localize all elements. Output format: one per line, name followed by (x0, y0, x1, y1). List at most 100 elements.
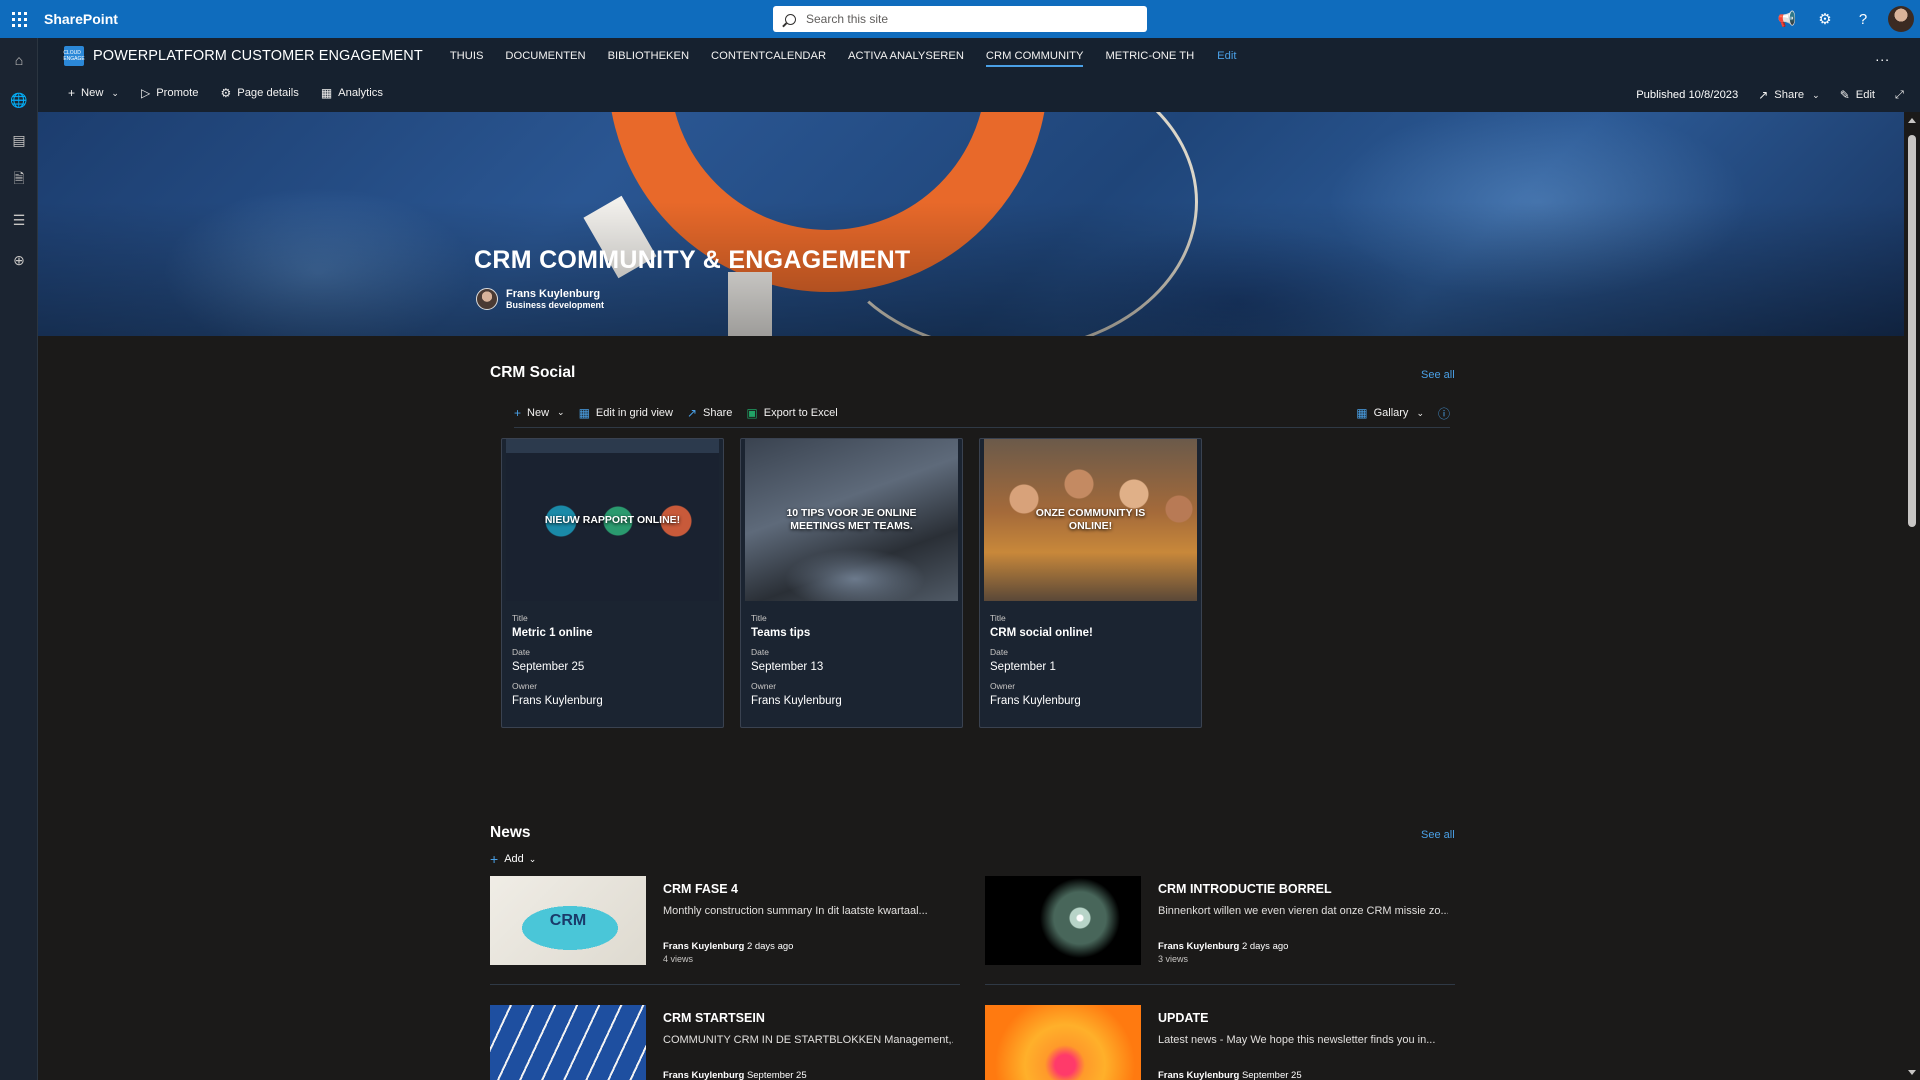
megaphone-icon[interactable]: 📢 (1768, 0, 1806, 38)
news-item-description: Binnenkort willen we even vieren dat onz… (1158, 905, 1448, 917)
news-item-author: Frans Kuylenburg (1158, 1070, 1240, 1080)
nav-activa-analyseren[interactable]: ACTIVA ANALYSEREN (848, 38, 964, 74)
news-thumbnail (985, 876, 1141, 965)
export-excel-label: Export to Excel (763, 406, 838, 419)
analytics-label: Analytics (338, 87, 383, 99)
chevron-down-icon: ⌄ (1416, 407, 1424, 418)
site-header: CLOUD ENGAGE POWERPLATFORM CUSTOMER ENGA… (38, 38, 1920, 112)
view-selector[interactable]: ▦ Gallary ⌄ (1356, 406, 1424, 420)
globe-icon[interactable]: 🌐 (0, 80, 38, 120)
nav-thuis[interactable]: THUIS (450, 38, 484, 74)
help-icon[interactable]: ? (1844, 0, 1882, 38)
plus-icon: + (514, 405, 522, 420)
top-nav: THUIS DOCUMENTEN BIBLIOTHEKEN CONTENTCAL… (439, 38, 1236, 74)
gallery-card[interactable]: NIEUW RAPPORT ONLINE! Title Metric 1 onl… (501, 438, 724, 728)
plus-icon: + (68, 86, 76, 100)
news-item[interactable]: CRM INTRODUCTIE BORREL Binnenkort willen… (985, 876, 1455, 976)
author-byline[interactable]: Frans Kuylenburg Business development (476, 288, 604, 310)
more-options-icon[interactable]: ... (1875, 48, 1890, 64)
app-name[interactable]: SharePoint (44, 11, 118, 27)
news-item-title[interactable]: UPDATE (1158, 1011, 1208, 1025)
news-item-date: 2 days ago (1241, 941, 1289, 952)
view-selector-label: Gallary (1373, 407, 1409, 419)
home-icon[interactable]: ⌂ (0, 40, 38, 80)
page-details-button[interactable]: ⚙ Page details (220, 86, 298, 100)
app-launcher-button[interactable] (0, 0, 38, 38)
chevron-down-icon: ⌄ (557, 407, 565, 417)
news-item[interactable]: CRM STARTSEIN COMMUNITY CRM IN DE STARTB… (490, 1005, 960, 1080)
crm-social-see-all[interactable]: See all (1421, 369, 1455, 381)
search-box[interactable]: Search this site (773, 6, 1147, 32)
nav-contentcalendar[interactable]: CONTENTCALENDAR (711, 38, 826, 74)
share-button[interactable]: ↗ Share ⌄ (1758, 88, 1819, 102)
excel-icon: ▣ (746, 405, 758, 420)
news-item-title[interactable]: CRM INTRODUCTIE BORREL (1158, 882, 1332, 896)
info-icon[interactable]: ⓘ (1438, 405, 1450, 422)
gallery-card[interactable]: 10 TIPS VOOR JE ONLINE MEETINGS MET TEAM… (740, 438, 963, 728)
analytics-button[interactable]: ▦ Analytics (321, 86, 383, 100)
news-item-meta: Frans Kuylenburg 2 days ago (663, 941, 793, 952)
nav-metric-one[interactable]: METRIC-ONE TH (1105, 38, 1194, 74)
site-title[interactable]: POWERPLATFORM CUSTOMER ENGAGEMENT (93, 48, 423, 64)
card-title: Teams tips (751, 627, 811, 639)
card-field-label: Title (990, 613, 1006, 623)
left-rail: ⌂ 🌐 ▤ 🗎 ☰ ⊕ (0, 38, 38, 1080)
card-owner: Frans Kuylenburg (990, 695, 1081, 707)
promote-button[interactable]: ▷ Promote (141, 86, 199, 100)
news-add-button[interactable]: + Add ⌄ (490, 851, 536, 867)
gallery-icon: ▦ (1356, 406, 1368, 420)
news-item-meta: Frans Kuylenburg 2 days ago (1158, 941, 1288, 952)
edit-grid-button[interactable]: ▦ Edit in grid view (579, 406, 673, 420)
crm-social-title[interactable]: CRM Social (490, 364, 575, 382)
card-field-label: Date (990, 647, 1008, 657)
card-date: September 13 (751, 661, 824, 673)
card-owner: Frans Kuylenburg (512, 695, 603, 707)
new-button[interactable]: + New ⌄ (68, 86, 119, 100)
list-new-button[interactable]: + New ⌄ (514, 406, 565, 420)
export-excel-button[interactable]: ▣ Export to Excel (746, 406, 837, 420)
search-icon (785, 13, 796, 25)
gear-icon[interactable]: ⚙ (1806, 0, 1844, 38)
news-item-meta: Frans Kuylenburg September 25 (1158, 1070, 1302, 1080)
file-icon[interactable]: 🗎 (0, 160, 38, 200)
news-see-all[interactable]: See all (1421, 829, 1455, 841)
site-logo[interactable]: CLOUD ENGAGE (63, 46, 85, 66)
nav-edit-link[interactable]: Edit (1217, 50, 1236, 62)
card-field-label: Owner (990, 681, 1016, 691)
news-item-author: Frans Kuylenburg (1158, 941, 1240, 952)
news-thumbnail: CRM (490, 876, 646, 965)
news-item-description: Latest news - May We hope this newslette… (1158, 1034, 1436, 1046)
page-details-label: Page details (237, 87, 299, 99)
expand-icon[interactable]: ⤢ (1895, 89, 1904, 102)
news-item-description: COMMUNITY CRM IN DE STARTBLOKKEN Managem… (663, 1034, 953, 1046)
news-icon[interactable]: ▤ (0, 120, 38, 160)
list-share-label: Share (703, 406, 733, 419)
search-placeholder[interactable]: Search this site (806, 12, 888, 26)
nav-crm-community[interactable]: CRM COMMUNITY (985, 38, 1083, 74)
nav-bibliotheken[interactable]: BIBLIOTHEKEN (608, 38, 689, 74)
scrollbar-thumb[interactable] (1908, 135, 1916, 527)
scroll-down-icon[interactable] (1908, 1070, 1916, 1075)
news-item-date: September 25 (746, 1070, 807, 1080)
list-icon[interactable]: ☰ (0, 200, 38, 240)
create-icon[interactable]: ⊕ (0, 240, 38, 280)
scroll-up-icon[interactable] (1908, 118, 1916, 123)
waffle-icon (11, 11, 27, 27)
nav-documenten[interactable]: DOCUMENTEN (505, 38, 585, 74)
edit-button[interactable]: ✎ Edit (1840, 88, 1875, 102)
news-title[interactable]: News (490, 824, 531, 842)
news-item[interactable]: CRM CRM FASE 4 Monthly construction summ… (490, 876, 960, 976)
card-owner: Frans Kuylenburg (751, 695, 842, 707)
megaphone-icon: ▷ (140, 86, 151, 100)
news-item-title[interactable]: CRM STARTSEIN (663, 1011, 765, 1025)
list-share-button[interactable]: ↗ Share (687, 406, 732, 420)
gallery-card[interactable]: ONZE COMMUNITY IS ONLINE! Title CRM soci… (979, 438, 1202, 728)
divider (985, 984, 1455, 985)
news-item[interactable]: UPDATE Latest news - May We hope this ne… (985, 1005, 1455, 1080)
card-field-label: Date (751, 647, 769, 657)
card-date: September 25 (512, 661, 585, 673)
user-avatar[interactable] (1888, 6, 1914, 32)
card-field-label: Owner (751, 681, 777, 691)
news-item-title[interactable]: CRM FASE 4 (663, 882, 738, 896)
news-item-author: Frans Kuylenburg (663, 941, 745, 952)
